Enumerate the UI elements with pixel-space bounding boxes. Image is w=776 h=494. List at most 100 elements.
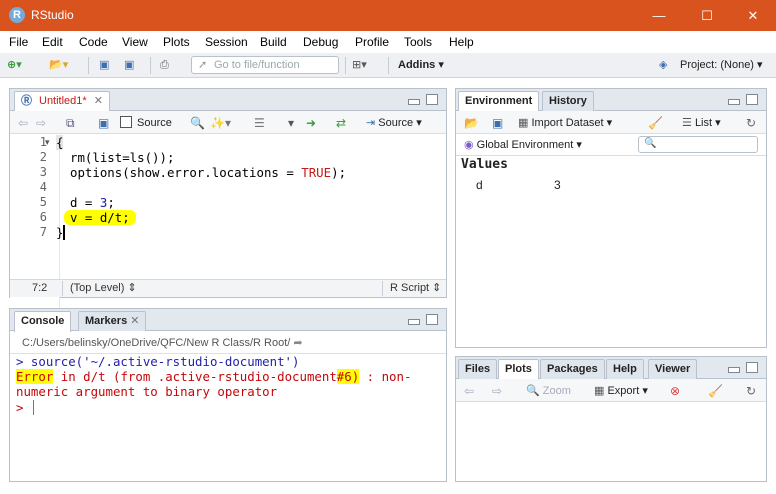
minimize-pane-icon[interactable] xyxy=(408,319,420,325)
load-workspace-icon[interactable]: 📂 xyxy=(464,116,479,130)
menu-session[interactable]: Session xyxy=(205,35,248,49)
menu-debug[interactable]: Debug xyxy=(303,35,338,49)
source-on-save-checkbox[interactable] xyxy=(120,116,132,128)
remove-plot-icon[interactable]: ⊗ xyxy=(670,384,680,398)
console-pane: Console Markers ✕ C:/Users/belinsky/OneD… xyxy=(9,308,447,482)
open-folder-icon[interactable]: 📂▾ xyxy=(49,57,68,73)
next-plot-icon[interactable]: ⇨ xyxy=(492,384,502,398)
console-output[interactable]: > source('~/.active-rstudio-document') E… xyxy=(10,353,446,481)
tab-markers[interactable]: Markers ✕ xyxy=(78,311,147,331)
window-title: RStudio xyxy=(31,8,74,22)
tab-console[interactable]: Console xyxy=(14,311,72,332)
prompt-symbol: > xyxy=(16,400,31,415)
tab-files[interactable]: Files xyxy=(458,359,498,379)
environment-pane: Environment History 📂 ▣ ▦ Import Dataset… xyxy=(455,88,767,348)
editor-tab-untitled1[interactable]: Ⓡ Untitled1* ✕ xyxy=(14,91,110,112)
close-button[interactable]: ✕ xyxy=(730,0,776,31)
print-icon[interactable]: ⎙ xyxy=(160,57,169,73)
status-divider xyxy=(382,281,383,296)
maximize-pane-icon[interactable] xyxy=(426,314,438,325)
back-arrow-icon[interactable]: ⇦ xyxy=(18,116,28,130)
goto-file-input[interactable]: Go to file/function xyxy=(191,56,339,74)
maximize-button[interactable]: ☐ xyxy=(684,0,730,31)
save-workspace-icon[interactable]: ▣ xyxy=(492,116,503,130)
project-icon: ◈ xyxy=(659,59,668,71)
menu-edit[interactable]: Edit xyxy=(42,35,63,49)
search-icon[interactable]: 🔍 xyxy=(190,116,205,130)
menu-profile[interactable]: Profile xyxy=(355,35,389,49)
tab-environment[interactable]: Environment xyxy=(458,91,540,112)
close-tab-icon[interactable]: ✕ xyxy=(130,315,139,327)
dropdown-icon[interactable]: ▾ xyxy=(288,116,294,130)
maximize-pane-icon[interactable] xyxy=(426,94,438,105)
run-icon[interactable]: ➜ xyxy=(306,116,316,130)
list-view-label: List xyxy=(694,117,713,129)
show-in-window-icon[interactable]: ⧉ xyxy=(66,116,75,130)
menu-view[interactable]: View xyxy=(122,35,148,49)
magic-wand-icon[interactable]: ✨▾ xyxy=(210,116,231,130)
variable-value: 3 xyxy=(554,178,561,192)
console-tabbar: Console Markers ✕ xyxy=(10,309,446,332)
menu-code[interactable]: Code xyxy=(79,35,108,49)
files-plots-pane: Files Plots Packages Help Viewer ⇦ ⇨ 🔍 Z… xyxy=(455,356,767,482)
text-cursor xyxy=(32,400,42,415)
environment-scope-selector[interactable]: ◉ Global Environment ▾ xyxy=(464,138,582,152)
forward-arrow-icon[interactable]: ⇨ xyxy=(36,116,46,130)
menu-file[interactable]: File xyxy=(9,35,28,49)
menu-plots[interactable]: Plots xyxy=(163,35,190,49)
toolbar-separator xyxy=(150,57,151,74)
source-button[interactable]: ⇥ Source ▾ xyxy=(366,116,422,130)
code-text: d = xyxy=(70,195,100,210)
tab-packages[interactable]: Packages xyxy=(540,359,605,379)
rstudio-logo-icon: R xyxy=(9,7,25,23)
compile-report-icon[interactable]: ☰ xyxy=(254,116,265,130)
new-file-icon[interactable]: ⊕▾ xyxy=(7,57,22,73)
save-icon[interactable]: ▣ xyxy=(99,57,109,73)
refresh-icon[interactable]: ↻ xyxy=(746,116,756,130)
menu-build[interactable]: Build xyxy=(260,35,287,49)
minimize-pane-icon[interactable] xyxy=(408,99,420,105)
zoom-button[interactable]: 🔍 Zoom xyxy=(526,384,571,398)
source-button-label: Source xyxy=(378,117,414,129)
goto-directory-icon[interactable]: ➦ xyxy=(293,337,302,349)
broom-icon[interactable]: 🧹 xyxy=(708,384,723,398)
editor-tabbar: Ⓡ Untitled1* ✕ xyxy=(10,89,446,112)
environment-scope-bar: ◉ Global Environment ▾ 🔍 xyxy=(456,134,766,156)
rerun-icon[interactable]: ⇄ xyxy=(336,116,346,130)
working-directory: C:/Users/belinsky/OneDrive/QFC/New R Cla… xyxy=(22,336,303,349)
code-text: options(show.error.locations = xyxy=(70,165,302,180)
grid-layout-icon[interactable]: ⊞▾ xyxy=(352,57,367,73)
addins-menu[interactable]: Addins ▾ xyxy=(398,57,444,73)
scope-selector[interactable]: (Top Level) ⇕ xyxy=(70,280,137,297)
tab-help[interactable]: Help xyxy=(606,359,644,379)
minimize-button[interactable]: — xyxy=(636,0,682,31)
list-view-selector[interactable]: ☰ List ▾ xyxy=(682,116,721,130)
file-type-label: R Script xyxy=(390,282,430,294)
code-keyword: TRUE xyxy=(301,165,332,180)
save-file-icon[interactable]: ▣ xyxy=(98,116,109,130)
console-command-line: > source('~/.active-rstudio-document') xyxy=(16,354,300,369)
import-dataset-button[interactable]: ▦ Import Dataset ▾ xyxy=(518,116,612,130)
close-tab-icon[interactable]: ✕ xyxy=(94,95,103,107)
environment-search-input[interactable]: 🔍 xyxy=(638,136,758,153)
minimize-pane-icon[interactable] xyxy=(728,99,740,105)
menu-tools[interactable]: Tools xyxy=(404,35,432,49)
maximize-pane-icon[interactable] xyxy=(746,362,758,373)
project-menu[interactable]: Project: (None) ▾ xyxy=(680,57,763,73)
menu-help[interactable]: Help xyxy=(449,35,474,49)
previous-plot-icon[interactable]: ⇦ xyxy=(464,384,474,398)
file-type-selector[interactable]: R Script ⇕ xyxy=(390,280,441,297)
tab-history[interactable]: History xyxy=(542,91,594,111)
code-line-3: options(show.error.locations = TRUE); xyxy=(70,165,346,180)
error-keyword: Error xyxy=(16,369,54,384)
broom-icon[interactable]: 🧹 xyxy=(648,116,663,130)
minimize-pane-icon[interactable] xyxy=(728,367,740,373)
refresh-icon[interactable]: ↻ xyxy=(746,384,756,398)
maximize-pane-icon[interactable] xyxy=(746,94,758,105)
variable-name: d xyxy=(476,178,483,192)
save-all-icon[interactable]: ▣ xyxy=(124,57,134,73)
tab-viewer[interactable]: Viewer xyxy=(648,359,698,379)
tab-plots[interactable]: Plots xyxy=(498,359,539,380)
code-editor[interactable]: { rm(list=ls()); options(show.error.loca… xyxy=(10,135,446,275)
export-button[interactable]: ▦ Export ▾ xyxy=(594,384,648,398)
